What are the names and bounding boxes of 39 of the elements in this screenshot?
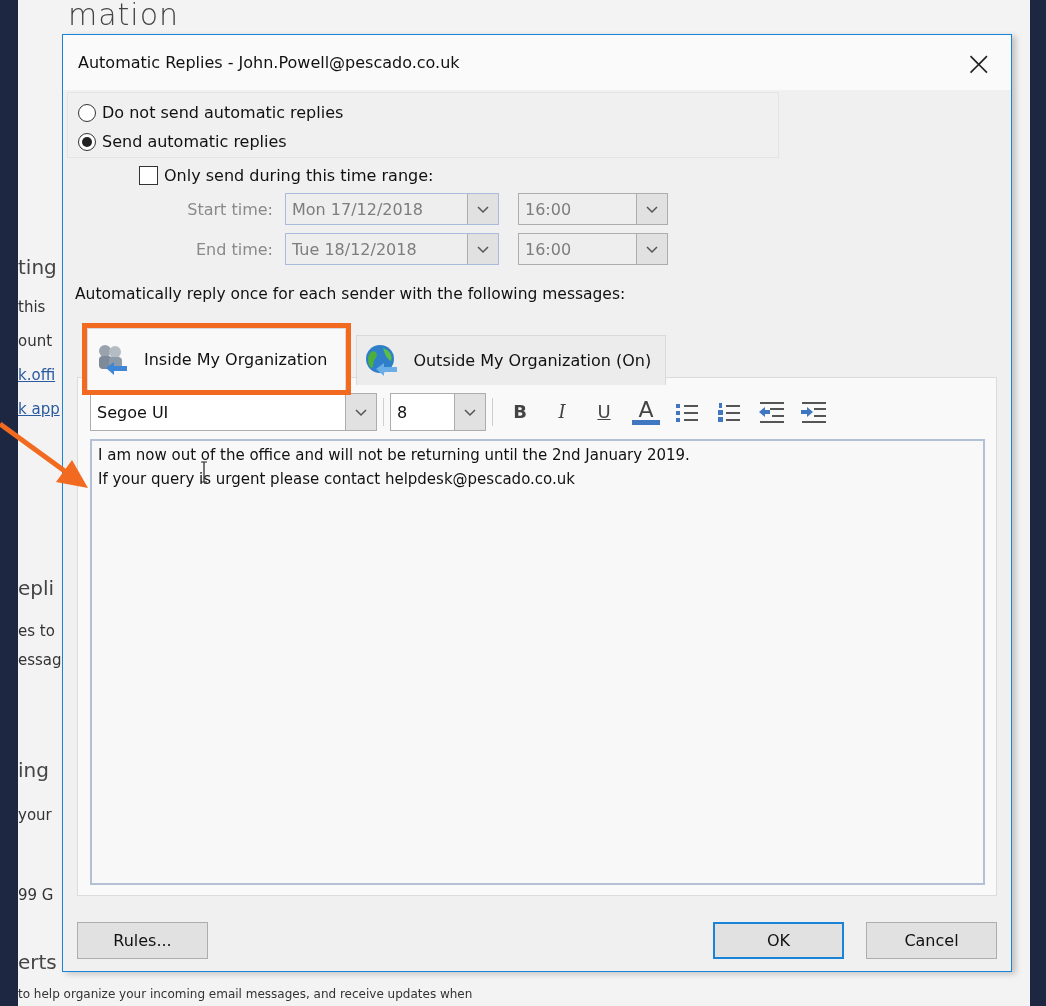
window-title: Automatic Replies - John.Powell@pescado.co.uk <box>78 53 460 72</box>
ok-button[interactable]: OK <box>713 922 844 959</box>
cancel-button[interactable]: Cancel <box>866 922 997 959</box>
rules-button[interactable]: Rules... <box>77 922 208 959</box>
decrease-indent-icon <box>758 400 786 424</box>
body-text: 99 G <box>18 886 54 904</box>
underline-button[interactable]: U <box>583 395 625 429</box>
body-text: this <box>18 298 46 316</box>
radio-label: Send automatic replies <box>102 132 287 151</box>
font-size-dropdown[interactable]: 8 <box>390 393 486 431</box>
close-button[interactable]: × <box>960 47 997 78</box>
body-text: your <box>18 806 52 824</box>
body-text: es to <box>18 622 55 640</box>
body-text: essag <box>18 651 62 669</box>
link[interactable]: k app <box>18 400 60 418</box>
font-dropdown[interactable]: Segoe UI <box>90 393 377 431</box>
radio-button[interactable] <box>78 132 96 151</box>
message-field[interactable]: I am now out of the office and will not be returning until the 2nd January 2019. If your query is urgent please contact helpdesk@pescado.co.uk <box>90 439 985 885</box>
link[interactable]: k.offi <box>18 366 56 384</box>
body-text: to help organize your incoming email messages, and receive updates when <box>18 987 473 1001</box>
font-color-button[interactable]: A <box>625 395 667 429</box>
increase-indent-icon <box>800 400 828 424</box>
field-label: End time: <box>194 239 274 259</box>
radio-button[interactable] <box>78 103 96 122</box>
section-heading: ting <box>18 255 57 279</box>
tab[interactable]: Outside My Organization (On) <box>356 335 667 385</box>
section-heading: epli <box>18 576 55 600</box>
body-text: ount <box>18 332 53 350</box>
globe-icon <box>363 342 400 379</box>
section-heading: ing <box>18 758 49 782</box>
checkbox-label: Only send during this time range: <box>164 166 434 185</box>
italic-button[interactable]: I <box>541 395 583 429</box>
section-heading: erts <box>18 950 57 974</box>
field-label: Start time: <box>186 199 274 219</box>
instruction-text: Automatically reply once for each sender with the following messages: <box>75 285 627 303</box>
bold-button[interactable]: B <box>499 395 541 429</box>
radio-label: Do not send automatic replies <box>102 103 344 122</box>
tab[interactable]: Inside My Organization <box>87 328 347 390</box>
page-heading: mation <box>68 0 180 32</box>
